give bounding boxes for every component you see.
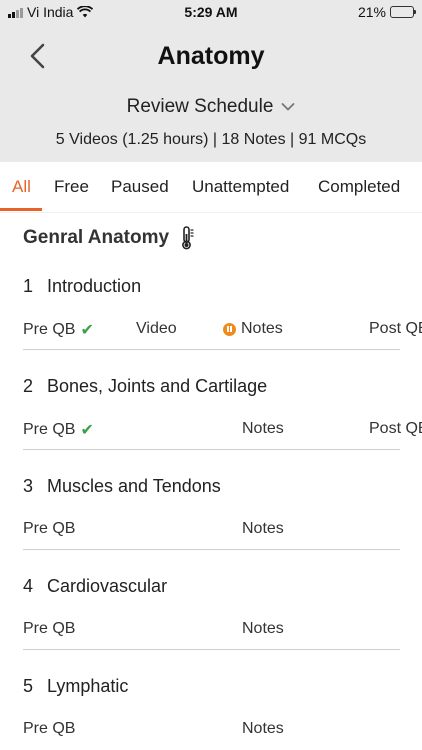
section-title-text: Genral Anatomy (23, 227, 170, 248)
video-link[interactable]: Video (136, 320, 177, 338)
notes-link[interactable]: Notes (242, 720, 284, 738)
topic-number: 5 (23, 676, 34, 696)
topic-item: 1 Introduction Pre QB ✔ Video Notes Post … (23, 276, 422, 376)
status-bar: Vi India 5:29 AM 21% (0, 0, 422, 24)
topic-number: 1 (23, 276, 34, 296)
topic-item: 3 Muscles and Tendons Pre QB Notes (23, 476, 400, 576)
filter-tabs: All Free Paused Unattempted Completed (0, 162, 422, 212)
notes-link[interactable]: Notes (242, 420, 284, 438)
check-icon: ✔ (80, 422, 94, 439)
pre-qb-link[interactable]: Pre QB (23, 620, 75, 638)
battery-percent: 21% (357, 4, 386, 20)
status-right: 21% (357, 4, 416, 20)
post-qb-label: Post QB (369, 420, 422, 437)
topic-resources: Pre QB Notes (23, 620, 400, 642)
notes-label: Notes (242, 520, 284, 537)
pause-icon (223, 322, 236, 336)
notes-label: Notes (242, 620, 284, 637)
header: Vi India 5:29 AM 21% Anatomy Review Sche… (0, 0, 422, 162)
pre-qb-link[interactable]: Pre QB (23, 520, 75, 538)
topic-item: 4 Cardiovascular Pre QB Notes (23, 576, 400, 676)
tab-free[interactable]: Free (54, 162, 89, 212)
topic-resources: Pre QB Notes (23, 520, 400, 542)
pre-qb-link[interactable]: Pre QB ✔ (23, 420, 94, 440)
topic-name: Muscles and Tendons (47, 476, 221, 496)
notes-link[interactable]: Notes (242, 520, 284, 538)
divider (23, 549, 400, 550)
topic-title[interactable]: 5 Lymphatic (23, 676, 128, 697)
review-schedule-dropdown[interactable]: Review Schedule (0, 96, 422, 118)
topic-name: Cardiovascular (47, 576, 168, 596)
tab-unattempted[interactable]: Unattempted (192, 162, 289, 212)
pre-qb-label: Pre QB (23, 620, 76, 637)
notes-link[interactable]: Notes (223, 320, 283, 338)
page-title: Anatomy (157, 42, 265, 70)
battery-icon (390, 6, 416, 18)
pre-qb-label: Pre QB (23, 520, 76, 537)
topic-name: Bones, Joints and Cartilage (47, 376, 268, 396)
pre-qb-label: Pre QB (23, 321, 76, 338)
topic-name: Introduction (47, 276, 142, 296)
topic-number: 3 (23, 476, 34, 496)
topic-title[interactable]: 4 Cardiovascular (23, 576, 167, 597)
notes-label: Notes (242, 420, 284, 437)
check-icon: ✔ (80, 322, 94, 339)
divider (23, 449, 400, 450)
divider (23, 649, 400, 650)
tab-completed[interactable]: Completed (318, 162, 400, 212)
section-title: Genral Anatomy (23, 226, 195, 250)
thermometer-icon (182, 226, 194, 250)
topic-item: 5 Lymphatic Pre QB Notes (23, 676, 400, 750)
topic-resources: Pre QB ✔ Video Notes Post QB (23, 320, 422, 342)
topic-item: 2 Bones, Joints and Cartilage Pre QB ✔ No… (23, 376, 422, 476)
topic-title[interactable]: 1 Introduction (23, 276, 141, 297)
topic-number: 4 (23, 576, 34, 596)
pre-qb-label: Pre QB (23, 720, 76, 737)
topic-resources: Pre QB Notes (23, 720, 400, 742)
chevron-down-icon (282, 103, 295, 111)
topic-title[interactable]: 2 Bones, Joints and Cartilage (23, 376, 267, 397)
topic-number: 2 (23, 376, 34, 396)
video-label: Video (136, 320, 177, 337)
notes-link[interactable]: Notes (242, 620, 284, 638)
tab-all[interactable]: All (12, 162, 31, 212)
post-qb-link[interactable]: Post QB (369, 320, 422, 338)
topic-name: Lymphatic (47, 676, 129, 696)
post-qb-label: Post QB (369, 320, 422, 337)
notes-label: Notes (241, 320, 283, 337)
tabs-divider (0, 212, 422, 213)
active-tab-indicator (0, 208, 42, 211)
topic-resources: Pre QB ✔ Notes Post QB (23, 420, 422, 442)
pre-qb-label: Pre QB (23, 421, 76, 438)
tab-paused[interactable]: Paused (111, 162, 169, 212)
pre-qb-link[interactable]: Pre QB ✔ (23, 320, 94, 340)
divider (23, 349, 400, 350)
pre-qb-link[interactable]: Pre QB (23, 720, 75, 738)
review-schedule-label: Review Schedule (126, 96, 274, 117)
course-summary: 5 Videos (1.25 hours) | 18 Notes | 91 MC… (55, 131, 367, 148)
topic-title[interactable]: 3 Muscles and Tendons (23, 476, 221, 497)
post-qb-link[interactable]: Post QB (369, 420, 422, 438)
notes-label: Notes (242, 720, 284, 737)
